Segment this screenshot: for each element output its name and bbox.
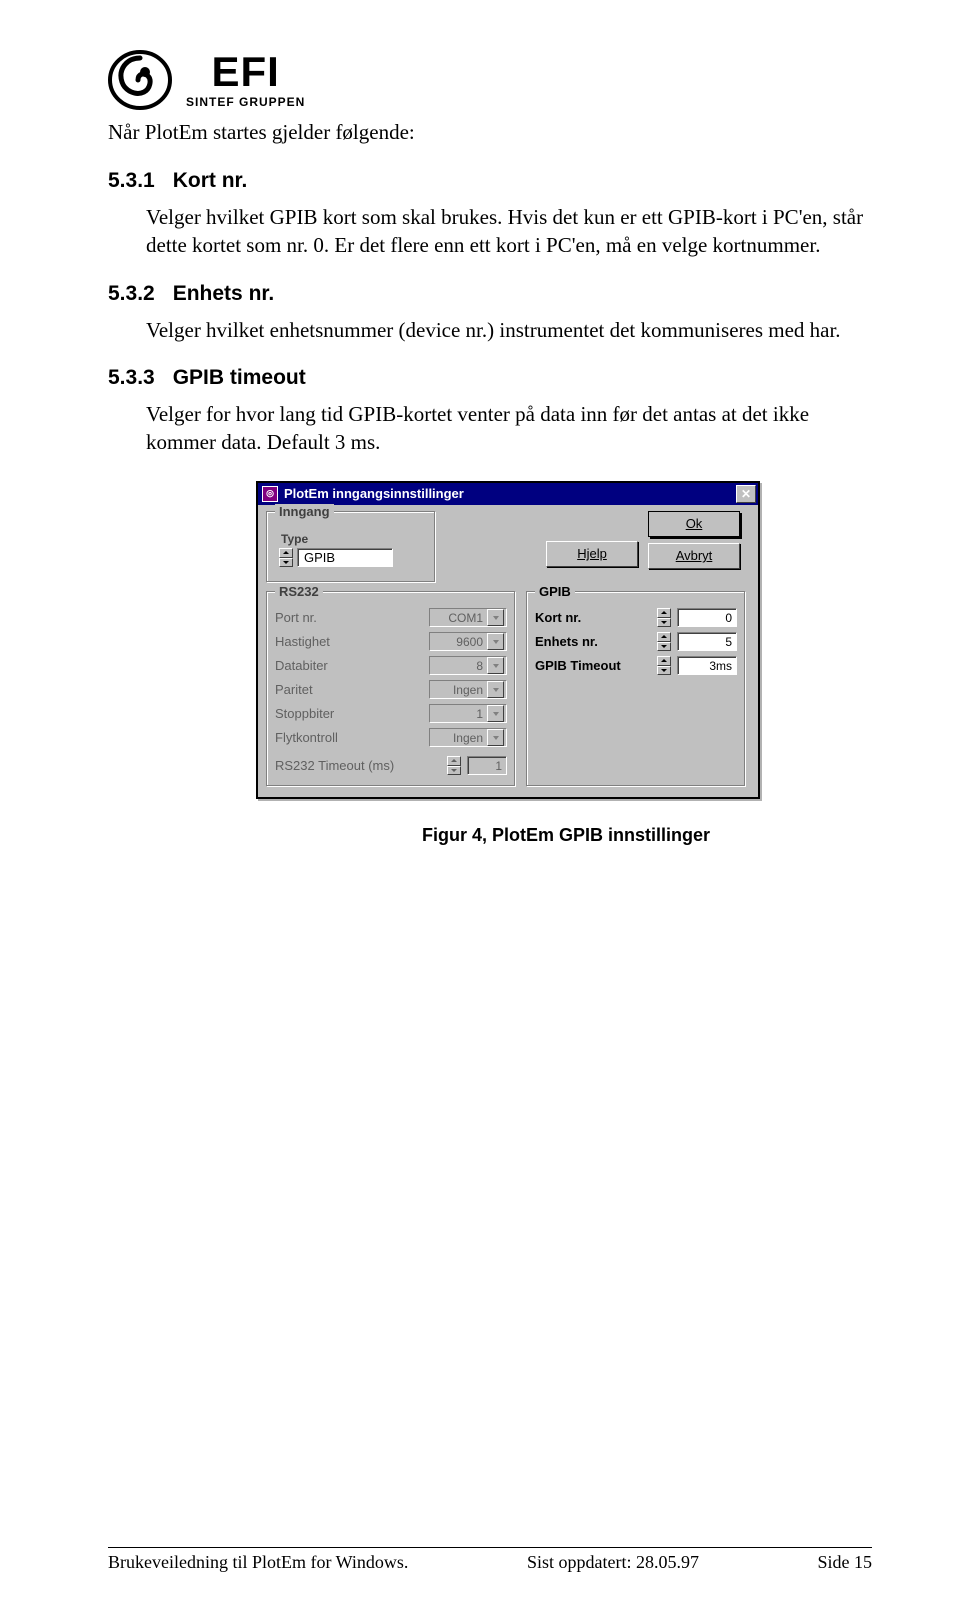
group-gpib: GPIB Kort nr. 0 Enhets nr. 5 GPIB T [526,591,746,787]
gpib-kort-row: Kort nr. 0 [535,606,737,630]
cancel-button[interactable]: Avbryt [648,543,740,569]
dialog-figure: ◎ PlotEm inngangsinnstillinger ✕ Inngang… [256,481,876,846]
rs232-timeout-spinner[interactable] [447,756,461,775]
logo: EFI SINTEF GRUPPEN [108,50,876,110]
group-rs232-title: RS232 [275,584,323,599]
gpib-enhets-row: Enhets nr. 5 [535,630,737,654]
rs232-stoppbiter-combo[interactable]: 1 [429,704,507,723]
type-spinner[interactable] [279,548,293,567]
help-button[interactable]: Hjelp [546,541,638,567]
dialog-mid-row: RS232 Port nr. COM1 Hastighet 9600 Datab… [266,591,750,787]
gpib-enhets-label: Enhets nr. [535,634,651,649]
footer-right: Side 15 [817,1552,872,1573]
ok-button[interactable]: Ok [648,511,740,537]
gpib-kort-spinner[interactable] [657,608,671,627]
gpib-kort-value[interactable]: 0 [677,608,737,627]
page-footer: Brukeveiledning til PlotEm for Windows. … [108,1547,872,1573]
rs232-flyt-combo[interactable]: Ingen [429,728,507,747]
logo-text: EFI SINTEF GRUPPEN [186,51,305,109]
window-title: PlotEm inngangsinnstillinger [284,486,464,501]
gpib-timeout-value[interactable]: 3ms [677,656,737,675]
gpib-enhets-value[interactable]: 5 [677,632,737,651]
gpib-timeout-label: GPIB Timeout [535,658,651,673]
heading-5-3-3: 5.3.3 GPIB timeout [108,366,876,390]
system-menu-icon[interactable]: ◎ [262,486,278,502]
heading-num: 5.3.1 [108,169,155,193]
rs232-databiter-row: Databiter 8 [275,654,507,678]
logo-big: EFI [212,51,280,93]
rs232-databiter-combo[interactable]: 8 [429,656,507,675]
heading-5-3-1: 5.3.1 Kort nr. [108,169,876,193]
rs232-stoppbiter-label: Stoppbiter [275,706,423,721]
body-5-3-1: Velger hvilket GPIB kort som skal brukes… [146,203,876,260]
ok-cancel-col: Ok Avbryt [648,511,740,569]
footer-mid: Sist oppdatert: 28.05.97 [527,1552,699,1573]
rs232-flyt-label: Flytkontroll [275,730,423,745]
group-gpib-title: GPIB [535,584,575,599]
rs232-hastighet-label: Hastighet [275,634,423,649]
rs232-timeout-value[interactable]: 1 [467,756,507,775]
rs232-timeout-row: RS232 Timeout (ms) 1 [275,754,507,778]
help-button-col: Hjelp [546,511,638,567]
heading-5-3-2: 5.3.2 Enhets nr. [108,282,876,306]
group-inngang: Inngang Type GPIB [266,511,436,583]
gpib-timeout-spinner[interactable] [657,656,671,675]
footer-divider [108,1547,872,1548]
group-inngang-title: Inngang [275,504,334,519]
titlebar-left: ◎ PlotEm inngangsinnstillinger [262,486,464,502]
dialog-body: Inngang Type GPIB [258,505,758,797]
titlebar: ◎ PlotEm inngangsinnstillinger ✕ [258,483,758,505]
close-button[interactable]: ✕ [736,485,756,503]
rs232-hastighet-combo[interactable]: 9600 [429,632,507,651]
rs232-databiter-label: Databiter [275,658,423,673]
dialog-top-row: Inngang Type GPIB [266,511,750,583]
rs232-flyt-row: Flytkontroll Ingen [275,726,507,750]
rs232-paritet-row: Paritet Ingen [275,678,507,702]
body-5-3-2: Velger hvilket enhetsnummer (device nr.)… [146,316,876,344]
heading-title: Kort nr. [173,169,248,193]
type-label: Type [281,532,393,546]
rs232-paritet-combo[interactable]: Ingen [429,680,507,699]
gpib-timeout-row: GPIB Timeout 3ms [535,654,737,678]
gpib-kort-label: Kort nr. [535,610,651,625]
heading-title: Enhets nr. [173,282,275,306]
type-value[interactable]: GPIB [297,548,393,567]
logo-swirl-icon [108,50,172,110]
rs232-port-row: Port nr. COM1 [275,606,507,630]
rs232-hastighet-row: Hastighet 9600 [275,630,507,654]
rs232-port-combo[interactable]: COM1 [429,608,507,627]
footer-left: Brukeveiledning til PlotEm for Windows. [108,1552,408,1573]
heading-num: 5.3.3 [108,366,155,390]
body-5-3-3: Velger for hvor lang tid GPIB-kortet ven… [146,400,876,457]
dialog-window: ◎ PlotEm inngangsinnstillinger ✕ Inngang… [256,481,760,799]
document-page: EFI SINTEF GRUPPEN Når PlotEm startes gj… [0,0,960,1613]
heading-title: GPIB timeout [173,366,306,390]
gpib-enhets-spinner[interactable] [657,632,671,651]
rs232-port-label: Port nr. [275,610,423,625]
figure-caption: Figur 4, PlotEm GPIB innstillinger [256,825,876,846]
intro-text: Når PlotEm startes gjelder følgende: [108,120,876,145]
rs232-timeout-label: RS232 Timeout (ms) [275,758,441,773]
heading-num: 5.3.2 [108,282,155,306]
rs232-stoppbiter-row: Stoppbiter 1 [275,702,507,726]
logo-sub: SINTEF GRUPPEN [186,95,305,109]
group-rs232: RS232 Port nr. COM1 Hastighet 9600 Datab… [266,591,516,787]
rs232-paritet-label: Paritet [275,682,423,697]
